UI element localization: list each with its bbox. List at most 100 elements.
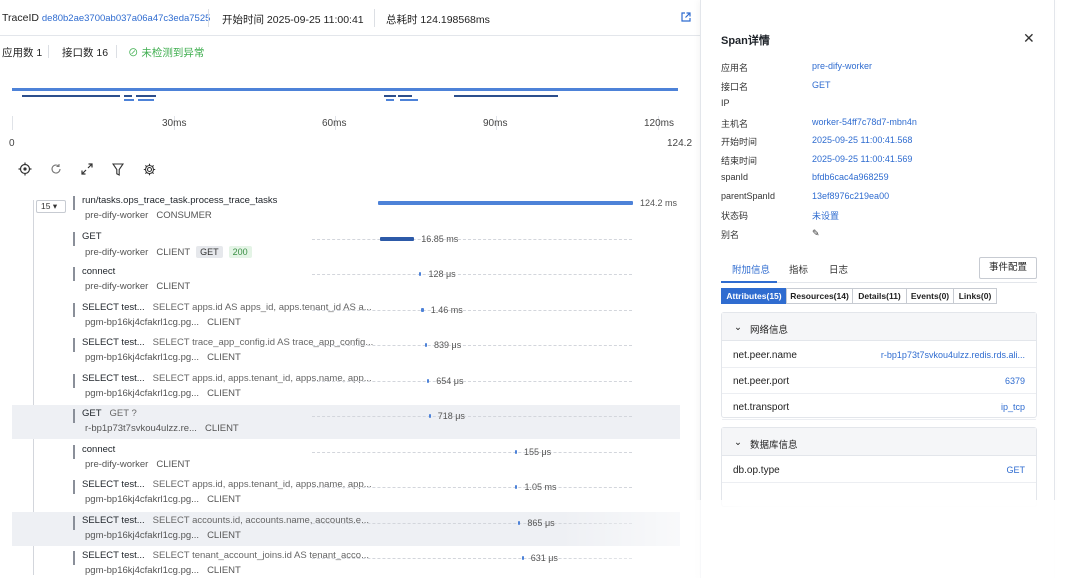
span-bar[interactable] [521, 556, 524, 560]
tab-metrics[interactable]: 指标 [789, 262, 808, 276]
field-label: spanId [721, 172, 749, 182]
span-indicator [73, 444, 75, 459]
field-value[interactable]: GET [812, 80, 831, 90]
subtab-resources[interactable]: Resources(14) [786, 288, 853, 304]
attribute-key: net.peer.name [733, 350, 797, 361]
tab-extra-info[interactable]: 附加信息 [732, 262, 770, 276]
axis-tick: 120ms [644, 118, 675, 129]
attribute-value[interactable]: GET [1006, 465, 1025, 475]
span-row[interactable]: connect pre-dify-worker CLIENT 155 μs [12, 441, 680, 475]
span-row[interactable]: connect pre-dify-worker CLIENT 128 μs [12, 263, 680, 297]
attribute-row: db.op.type GET [722, 457, 1036, 483]
locate-icon[interactable] [16, 160, 34, 178]
span-bar[interactable] [378, 201, 633, 205]
span-row[interactable]: SELECT test... SELECT apps.id, apps.tenan… [12, 370, 680, 404]
network-info-group: ⌄ 网络信息 net.peer.name r-bp1p73t7svkou4ulzz… [721, 312, 1037, 420]
axis-end-value: 124.2 [667, 138, 693, 149]
span-indicator [73, 338, 75, 352]
total-time-group: 总耗时 124.198568ms [386, 12, 490, 27]
axis-tick: 0 [9, 138, 15, 149]
span-kind: CLIENT [156, 458, 191, 470]
network-group-title: 网络信息 [750, 325, 789, 336]
span-service: pre-dify-worker CONSUMER [85, 210, 212, 221]
axis-tick: 30ms [162, 118, 187, 129]
span-bar[interactable] [427, 378, 430, 383]
attribute-value[interactable]: ip_tcp [1001, 402, 1025, 412]
field-value[interactable]: worker-54ff7c78d7-mbn4n [812, 117, 917, 127]
attribute-key: net.peer.port [733, 376, 790, 387]
span-service: r-bp1p73t7svkou4ulzz.re... CLIENT [85, 423, 239, 434]
attribute-value[interactable]: r-bp1p73t7svkou4ulzz.redis.rds.ali... [881, 350, 1025, 360]
field-value[interactable]: 2025-09-25 11:00:41.569 [812, 154, 912, 164]
subtab-attributes[interactable]: Attributes(15) [721, 288, 787, 304]
span-name: connect [82, 266, 116, 277]
span-row[interactable]: SELECT test... SELECT apps.id AS apps_id,… [12, 299, 680, 333]
refresh-icon[interactable] [47, 160, 65, 178]
method-tag: GET [196, 245, 223, 258]
db-group-title: 数据库信息 [750, 440, 798, 451]
network-group-header[interactable]: ⌄ 网络信息 [722, 313, 1036, 341]
span-statement: GET ? [109, 408, 137, 419]
bottom-fade-overlay [560, 500, 1080, 578]
field-label: IP [721, 98, 730, 108]
total-time-value: 124.198568ms [420, 14, 490, 26]
close-icon[interactable]: ✕ [1023, 30, 1035, 47]
attribute-value[interactable]: 6379 [1005, 376, 1025, 386]
span-statement: SELECT trace_app_config.id AS trace_app_… [152, 337, 374, 348]
span-statement: SELECT tenant_account_joins.id AS tenant… [152, 550, 370, 561]
span-service: pre-dify-worker CLIENT [85, 458, 191, 470]
span-row[interactable]: GET pre-dify-worker CLIENT GET 200 16.85 ms [12, 228, 680, 262]
trace-id-label: TraceID [2, 12, 39, 24]
field-value[interactable]: 13ef8976c219ea00 [812, 191, 889, 201]
field-label: 接口名 [721, 81, 749, 92]
span-kind: CLIENT [156, 246, 191, 258]
trace-minimap[interactable] [12, 86, 680, 116]
span-row[interactable]: 15 ▾ run/tasks.ops_trace_task.process_tra… [12, 192, 680, 226]
span-bar[interactable] [428, 414, 431, 418]
field-label: 状态码 [721, 211, 749, 221]
span-bar[interactable] [425, 343, 428, 347]
span-row[interactable]: SELECT test... SELECT trace_app_config.id… [12, 334, 680, 368]
span-duration: 16.85 ms [421, 233, 459, 244]
field-value[interactable]: pre-dify-worker [812, 61, 872, 71]
attribute-row: net.transport ip_tcp [722, 394, 1036, 420]
event-config-button[interactable]: 事件配置 [979, 257, 1037, 279]
app-count: 应用数 1 [2, 47, 43, 59]
field-value[interactable]: 2025-09-25 11:00:41.568 [812, 135, 912, 145]
span-duration: 654 μs [436, 375, 464, 386]
field-value[interactable]: 未设置 [812, 209, 839, 222]
edit-icon[interactable]: ✎ [812, 228, 820, 239]
field-value[interactable]: bfdb6cac4a968259 [812, 172, 889, 182]
timeline-guide [312, 274, 632, 275]
span-detail-panel: Span详情 ✕ 应用名 pre-dify-worker 接口名 GET IP 主机名 wo… [700, 0, 1055, 578]
span-kind: CLIENT [207, 494, 241, 505]
span-bar[interactable] [420, 307, 424, 312]
span-statement: SELECT apps.id, apps.tenant_id, apps.nam… [152, 479, 372, 490]
span-name: SELECT test... SELECT accounts.id, accoun… [82, 514, 369, 526]
trace-id-value[interactable]: de80b2ae3700ab037a06a47c3eda7525 [42, 13, 211, 24]
status-code-tag: 200 [228, 245, 252, 258]
span-row[interactable]: GET GET ? r-bp1p73t7svkou4ulzz.re... CLIENT… [12, 405, 680, 439]
expand-icon[interactable] [78, 160, 96, 178]
span-bar[interactable] [514, 449, 517, 454]
tab-logs[interactable]: 日志 [829, 262, 848, 276]
timeline-guide [312, 238, 632, 240]
span-kind: CLIENT [156, 281, 191, 292]
span-indicator [73, 302, 75, 317]
timeline-guide [312, 380, 632, 382]
start-time-label: 开始时间 [222, 14, 264, 26]
collapse-toggle[interactable]: 15 ▾ [36, 200, 66, 213]
span-statement: SELECT accounts.id, accounts.name, accou… [152, 514, 369, 526]
subtab-details[interactable]: Details(11) [852, 288, 907, 304]
subtab-links[interactable]: Links(0) [953, 288, 997, 304]
span-duration: 631 μs [530, 553, 558, 563]
open-external-icon[interactable] [681, 12, 691, 25]
start-time-group: 开始时间 2025-09-25 11:00:41 [222, 12, 364, 27]
span-service: pgm-bp16kj4cfakrl1cg.pg... CLIENT [85, 565, 241, 576]
subtab-events[interactable]: Events(0) [906, 288, 954, 304]
filter-icon[interactable] [109, 160, 127, 178]
db-group-header[interactable]: ⌄ 数据库信息 [722, 428, 1036, 456]
span-service: pgm-bp16kj4cfakrl1cg.pg... CLIENT [85, 529, 241, 541]
gear-icon[interactable] [140, 160, 158, 178]
span-bar[interactable] [379, 236, 415, 241]
